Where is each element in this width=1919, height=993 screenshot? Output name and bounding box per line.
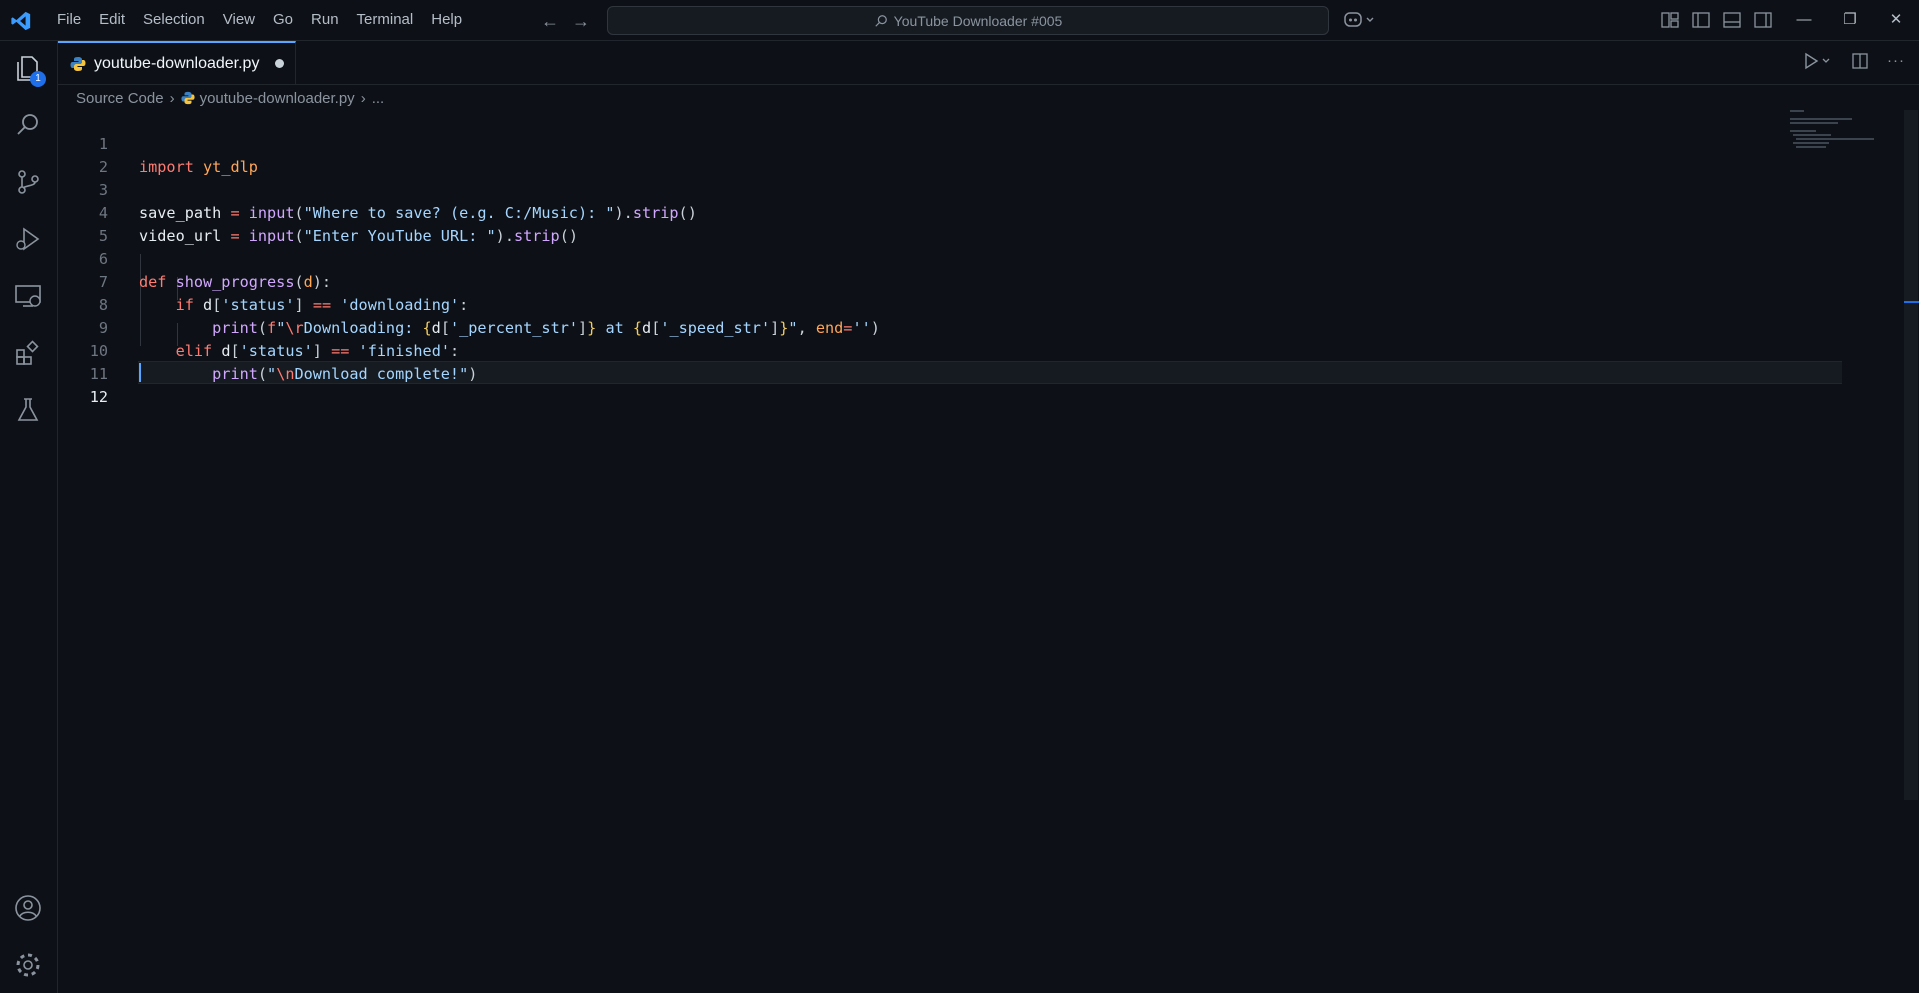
code-line-10[interactable]: 10 print("\nDownload complete!") (58, 317, 1783, 383)
split-editor-icon[interactable] (1851, 52, 1869, 74)
code-line-12[interactable]: 12 (58, 363, 1783, 406)
search-icon (874, 14, 887, 27)
code-line-4[interactable]: 4 video_url = input("Enter YouTube URL: … (58, 179, 1783, 245)
title-bar: File Edit Selection View Go Run Terminal… (0, 0, 1919, 41)
python-file-icon (181, 91, 195, 105)
text-cursor (139, 363, 141, 382)
source-control-icon[interactable] (13, 167, 43, 197)
go-back-icon[interactable]: ← (539, 10, 561, 32)
menu-edit[interactable]: Edit (90, 0, 134, 40)
code-line-8[interactable]: 8 print(f"\rDownloading: {d['_percent_st… (58, 271, 1783, 337)
toggle-secondary-sidebar-icon[interactable] (1753, 10, 1773, 30)
chevron-right-icon: › (360, 89, 366, 107)
unsaved-dot-icon[interactable] (275, 59, 285, 68)
code-line-2[interactable]: 2 (58, 133, 1783, 176)
code-line-7[interactable]: 7 if d['status'] == 'downloading': (58, 248, 1783, 314)
breadcrumb-file[interactable]: youtube-downloader.py (200, 90, 355, 107)
breadcrumb: Source Code › youtube-downloader.py › ..… (76, 86, 384, 110)
vertical-scrollbar[interactable] (1904, 110, 1918, 800)
code-line-9[interactable]: 9 elif d['status'] == 'finished': (58, 294, 1783, 360)
restore-icon[interactable]: ❐ (1827, 0, 1873, 40)
menu-view[interactable]: View (214, 0, 264, 40)
menu-help[interactable]: Help (422, 0, 471, 40)
tab-label: youtube-downloader.py (94, 54, 260, 72)
go-forward-icon[interactable]: → (570, 10, 592, 32)
python-file-icon (70, 56, 86, 71)
code-line-3[interactable]: 3 save_path = input("Where to save? (e.g… (58, 156, 1783, 222)
layout-controls (1660, 10, 1773, 30)
window-title: YouTube Downloader #005 (893, 12, 1063, 29)
close-icon[interactable]: ✕ (1873, 0, 1919, 40)
testing-icon[interactable] (13, 395, 43, 425)
settings-gear-icon[interactable] (13, 950, 43, 980)
more-actions-icon[interactable]: ··· (1887, 52, 1905, 74)
menu-selection[interactable]: Selection (134, 0, 214, 40)
menu-go[interactable]: Go (264, 0, 302, 40)
search-icon[interactable] (13, 110, 43, 140)
code-line-6[interactable]: 6 def show_progress(d): (58, 225, 1783, 291)
chevron-right-icon: › (169, 89, 175, 107)
vscode-logo-icon (11, 11, 31, 31)
line-number: 12 (89, 388, 108, 406)
cursor-position-marker (1904, 301, 1919, 303)
run-python-file-icon[interactable] (1803, 52, 1833, 74)
tab-youtube-downloader[interactable]: youtube-downloader.py (58, 41, 296, 84)
explorer-badge: 1 (30, 71, 46, 87)
toggle-panel-icon[interactable] (1722, 10, 1742, 30)
menu-run[interactable]: Run (302, 0, 348, 40)
code-line-5[interactable]: 5 (58, 202, 1783, 245)
run-debug-icon[interactable] (13, 224, 43, 254)
code-line-1[interactable]: 1 import yt_dlp (58, 110, 1783, 176)
breadcrumb-folder[interactable]: Source Code (76, 90, 164, 107)
menu-terminal[interactable]: Terminal (348, 0, 423, 40)
extensions-icon[interactable] (13, 338, 43, 368)
editor-actions: ··· (1803, 52, 1905, 74)
menu-bar: File Edit Selection View Go Run Terminal… (48, 0, 471, 40)
code-editor[interactable]: 1 import yt_dlp 2 3 save_path = input("W… (58, 110, 1903, 993)
minimize-icon[interactable]: — (1781, 0, 1827, 40)
breadcrumb-symbols[interactable]: ... (372, 90, 385, 107)
editor-tab-bar: youtube-downloader.py ··· (58, 41, 1919, 85)
minimap[interactable] (1790, 110, 1880, 150)
customize-layout-icon[interactable] (1660, 10, 1680, 30)
code-line-11[interactable]: 11 (58, 340, 1783, 383)
activity-bar: 1 (0, 41, 58, 993)
toggle-primary-sidebar-icon[interactable] (1691, 10, 1711, 30)
copilot-icon[interactable] (1343, 10, 1377, 33)
menu-file[interactable]: File (48, 0, 90, 40)
command-center-search[interactable]: YouTube Downloader #005 (607, 6, 1329, 35)
remote-explorer-icon[interactable] (13, 281, 43, 311)
account-icon[interactable] (13, 893, 43, 923)
